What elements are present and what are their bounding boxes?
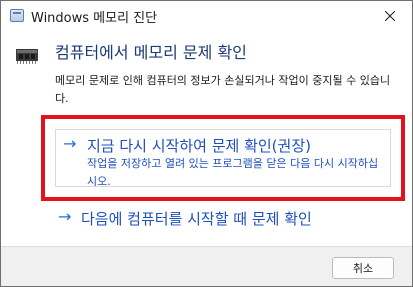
memory-chip-icon (16, 49, 38, 64)
restart-now-title: 지금 다시 시작하여 문제 확인(권장) (87, 137, 311, 155)
window-title: Windows 메모리 진단 (31, 11, 158, 26)
close-icon (385, 11, 395, 21)
dialog-heading: 컴퓨터에서 메모리 문제 확인 (55, 43, 247, 62)
arrow-right-icon: → (63, 134, 77, 153)
highlight-box: → 지금 다시 시작하여 문제 확인(권장) 작업을 저장하고 열려 있는 프로… (41, 115, 405, 201)
check-next-start-title: 다음에 컴퓨터를 시작할 때 문제 확인 (81, 210, 312, 228)
restart-now-option[interactable]: → 지금 다시 시작하여 문제 확인(권장) 작업을 저장하고 열려 있는 프로… (55, 129, 391, 188)
dialog-footer: 취소 (1, 246, 412, 286)
restart-now-subtitle: 작업을 저장하고 열려 있는 프로그램을 닫은 다음 다시 시작하십시오. (87, 157, 379, 188)
check-next-start-option[interactable]: → 다음에 컴퓨터를 시작할 때 문제 확인 (49, 204, 401, 232)
dialog-description: 메모리 문제로 인해 컴퓨터의 정보가 손실되거나 작업이 중지될 수 있습니다… (55, 74, 391, 105)
close-button[interactable] (368, 1, 412, 31)
arrow-right-icon: → (58, 207, 72, 226)
memory-diagnostic-window: Windows 메모리 진단 컴퓨터에서 메모리 문제 확인 메모리 문제로 인… (0, 0, 413, 287)
memory-chip-icon (10, 9, 24, 22)
cancel-button[interactable]: 취소 (332, 257, 394, 279)
title-bar[interactable]: Windows 메모리 진단 (1, 1, 412, 31)
